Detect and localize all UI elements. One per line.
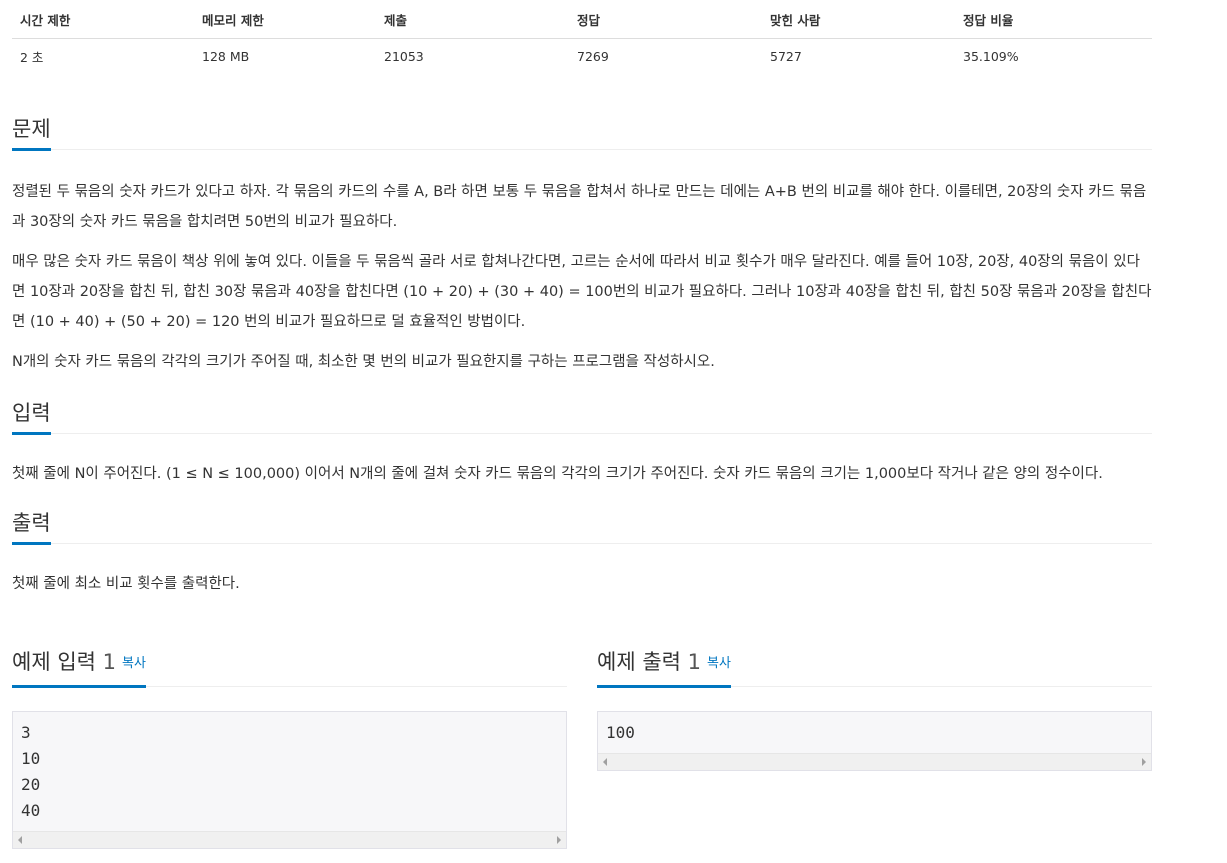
sample-output-scrollbar[interactable] — [598, 753, 1151, 770]
stats-value-submissions[interactable]: 21053 — [376, 39, 569, 74]
problem-title: 문제 — [12, 116, 51, 151]
scroll-right-arrow-icon[interactable] — [1142, 758, 1146, 766]
input-description: 첫째 줄에 N이 주어진다. (1 ≤ N ≤ 100,000) 이어서 N개의… — [12, 434, 1152, 489]
sample-input-copy-button[interactable]: 복사 — [122, 656, 146, 671]
sample-input-scrollbar[interactable] — [13, 831, 566, 848]
sample-input-number: 1 — [102, 650, 117, 674]
stats-header-accepted: 정답 — [569, 0, 762, 39]
sample-output-content: 100 — [606, 723, 635, 742]
sample-output-box[interactable]: 100 — [597, 711, 1152, 771]
sample-output-headline: 예제 출력 1 복사 — [597, 648, 1152, 688]
sample-input-box[interactable]: 3 10 20 40 — [12, 711, 567, 849]
sample-output-title: 예제 출력 1 복사 — [597, 649, 731, 688]
problem-paragraph: 정렬된 두 묶음의 숫자 카드가 있다고 하자. 각 묶음의 카드의 수를 A,… — [12, 184, 1147, 230]
sample-input-title: 예제 입력 1 복사 — [12, 649, 146, 688]
stats-header-accept-ratio: 정답 비율 — [955, 0, 1152, 39]
sample-output-number: 1 — [687, 650, 702, 674]
output-headline: 출력 — [12, 507, 1152, 545]
stats-header-submissions: 제출 — [376, 0, 569, 39]
problem-stats-table: 시간 제한 메모리 제한 제출 정답 맞힌 사람 정답 비율 2 초 128 M… — [12, 0, 1152, 73]
sample-input-content: 3 10 20 40 — [21, 723, 41, 820]
scroll-left-arrow-icon[interactable] — [18, 836, 22, 844]
output-description: 첫째 줄에 최소 비교 횟수를 출력한다. — [12, 544, 1152, 599]
sample-input-title-text: 예제 입력 — [12, 650, 96, 674]
sample-output-title-text: 예제 출력 — [597, 650, 681, 674]
stats-header-row: 시간 제한 메모리 제한 제출 정답 맞힌 사람 정답 비율 — [12, 0, 1152, 39]
stats-header-solved-users: 맞힌 사람 — [762, 0, 955, 39]
stats-value-memory-limit: 128 MB — [202, 48, 250, 64]
problem-paragraph: 매우 많은 숫자 카드 묶음이 책상 위에 놓여 있다. 이들을 두 묶음씩 골… — [12, 254, 1152, 330]
input-headline: 입력 — [12, 397, 1152, 435]
sample-output-block: 예제 출력 1 복사 100 — [597, 648, 1152, 771]
input-paragraph: 첫째 줄에 N이 주어진다. (1 ≤ N ≤ 100,000) 이어서 N개의… — [12, 466, 1103, 482]
sample-output-copy-button[interactable]: 복사 — [707, 656, 731, 671]
problem-section: 문제 정렬된 두 묶음의 숫자 카드가 있다고 하자. 각 묶음의 카드의 수를… — [12, 113, 1152, 377]
problem-headline: 문제 — [12, 113, 1152, 151]
stats-header-time-limit: 시간 제한 — [12, 0, 194, 39]
input-section: 입력 첫째 줄에 N이 주어진다. (1 ≤ N ≤ 100,000) 이어서 … — [12, 397, 1152, 489]
stats-value-solved-users[interactable]: 5727 — [762, 39, 955, 74]
problem-description: 정렬된 두 묶음의 숫자 카드가 있다고 하자. 각 묶음의 카드의 수를 A,… — [12, 150, 1152, 377]
input-title: 입력 — [12, 400, 51, 435]
sample-input-headline: 예제 입력 1 복사 — [12, 648, 567, 688]
scroll-right-arrow-icon[interactable] — [557, 836, 561, 844]
output-title: 출력 — [12, 510, 51, 545]
problem-page: 시간 제한 메모리 제한 제출 정답 맞힌 사람 정답 비율 2 초 128 M… — [12, 0, 1152, 849]
stats-value-accepted[interactable]: 7269 — [569, 39, 762, 74]
scroll-left-arrow-icon[interactable] — [603, 758, 607, 766]
stats-value-row: 2 초 128 MB 21053 7269 5727 35.109% — [12, 39, 1152, 74]
output-section: 출력 첫째 줄에 최소 비교 횟수를 출력한다. — [12, 507, 1152, 599]
stats-value-accept-ratio: 35.109% — [963, 48, 1019, 64]
problem-paragraph: N개의 숫자 카드 묶음의 각각의 크기가 주어질 때, 최소한 몇 번의 비교… — [12, 354, 715, 370]
samples-row: 예제 입력 1 복사 3 10 20 40 예제 출력 1 복사 100 — [12, 648, 1152, 858]
stats-value-time-limit: 2 초 — [20, 49, 44, 65]
sample-input-block: 예제 입력 1 복사 3 10 20 40 — [12, 648, 567, 849]
output-paragraph: 첫째 줄에 최소 비교 횟수를 출력한다. — [12, 576, 240, 592]
stats-header-memory-limit: 메모리 제한 — [194, 0, 376, 39]
